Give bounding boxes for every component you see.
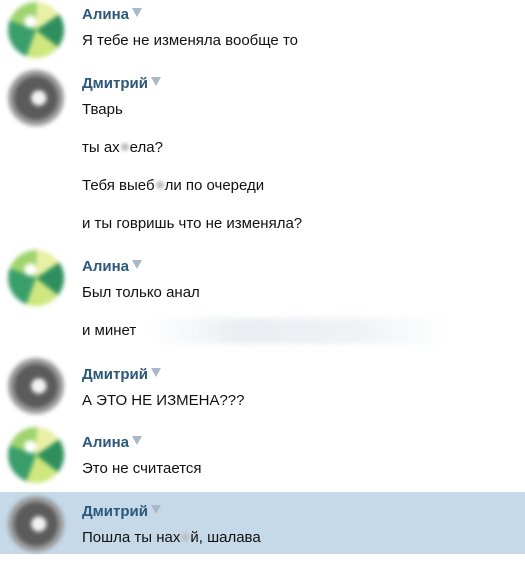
- censor-blur-icon: [120, 143, 129, 151]
- faded-overlay: [150, 318, 450, 344]
- dmitry-avatar[interactable]: [8, 496, 64, 552]
- dmitry-avatar[interactable]: [8, 70, 64, 126]
- chevron-down-icon[interactable]: [132, 260, 142, 269]
- alina-avatar[interactable]: [8, 2, 64, 58]
- message-text: Я тебе не изменяла вообще то: [82, 32, 298, 49]
- chevron-down-icon[interactable]: [150, 77, 161, 86]
- message-text: Пошла ты нах й, шалава: [82, 529, 261, 547]
- author-name-label[interactable]: Алина: [82, 258, 129, 275]
- message-text: Был только анал: [82, 284, 200, 301]
- censor-blur-icon: [155, 181, 164, 189]
- message-text: Тварь: [82, 101, 123, 118]
- chevron-down-icon[interactable]: [150, 368, 161, 377]
- censor-blur-icon: [181, 533, 190, 541]
- alina-avatar[interactable]: [8, 250, 64, 306]
- author-name-dmitry[interactable]: Дмитрий: [82, 75, 161, 93]
- message-text-part: ли по очереди: [164, 177, 265, 194]
- author-name-dmitry[interactable]: Дмитрий: [82, 503, 161, 521]
- author-name-alina[interactable]: Алина: [82, 434, 142, 452]
- message-text-part: Тебя выеб: [82, 177, 155, 194]
- message-text-part: Пошла ты нах: [82, 529, 181, 546]
- author-name-label[interactable]: Алина: [82, 6, 129, 23]
- message-text-part: ты ах: [82, 139, 120, 156]
- author-name-label[interactable]: Дмитрий: [82, 366, 148, 383]
- chevron-down-icon[interactable]: [150, 505, 161, 514]
- message-text-part: ела?: [129, 139, 163, 156]
- chat-history: Алина Я тебе не изменяла вообще то Дмитр…: [0, 0, 525, 565]
- message-text: и ты говришь что не изменяла?: [82, 215, 303, 232]
- message-text: Тебя выеб ли по очереди: [82, 177, 264, 195]
- message-text: и минет: [82, 322, 137, 339]
- selected-message-highlight: [0, 492, 525, 554]
- dmitry-avatar[interactable]: [8, 358, 64, 414]
- message-text-part: й, шалава: [190, 529, 261, 546]
- alina-avatar[interactable]: [8, 427, 64, 483]
- author-name-label[interactable]: Алина: [82, 434, 129, 451]
- author-name-label[interactable]: Дмитрий: [82, 503, 148, 520]
- author-name-label[interactable]: Дмитрий: [82, 75, 148, 92]
- author-name-alina[interactable]: Алина: [82, 6, 142, 24]
- author-name-alina[interactable]: Алина: [82, 258, 142, 276]
- message-text: Это не считается: [82, 460, 202, 477]
- message-text: ты ах ела?: [82, 139, 163, 157]
- chevron-down-icon[interactable]: [132, 436, 142, 445]
- author-name-dmitry[interactable]: Дмитрий: [82, 366, 161, 384]
- message-text: А ЭТО НЕ ИЗМЕНА???: [82, 392, 245, 409]
- chevron-down-icon[interactable]: [132, 8, 142, 17]
